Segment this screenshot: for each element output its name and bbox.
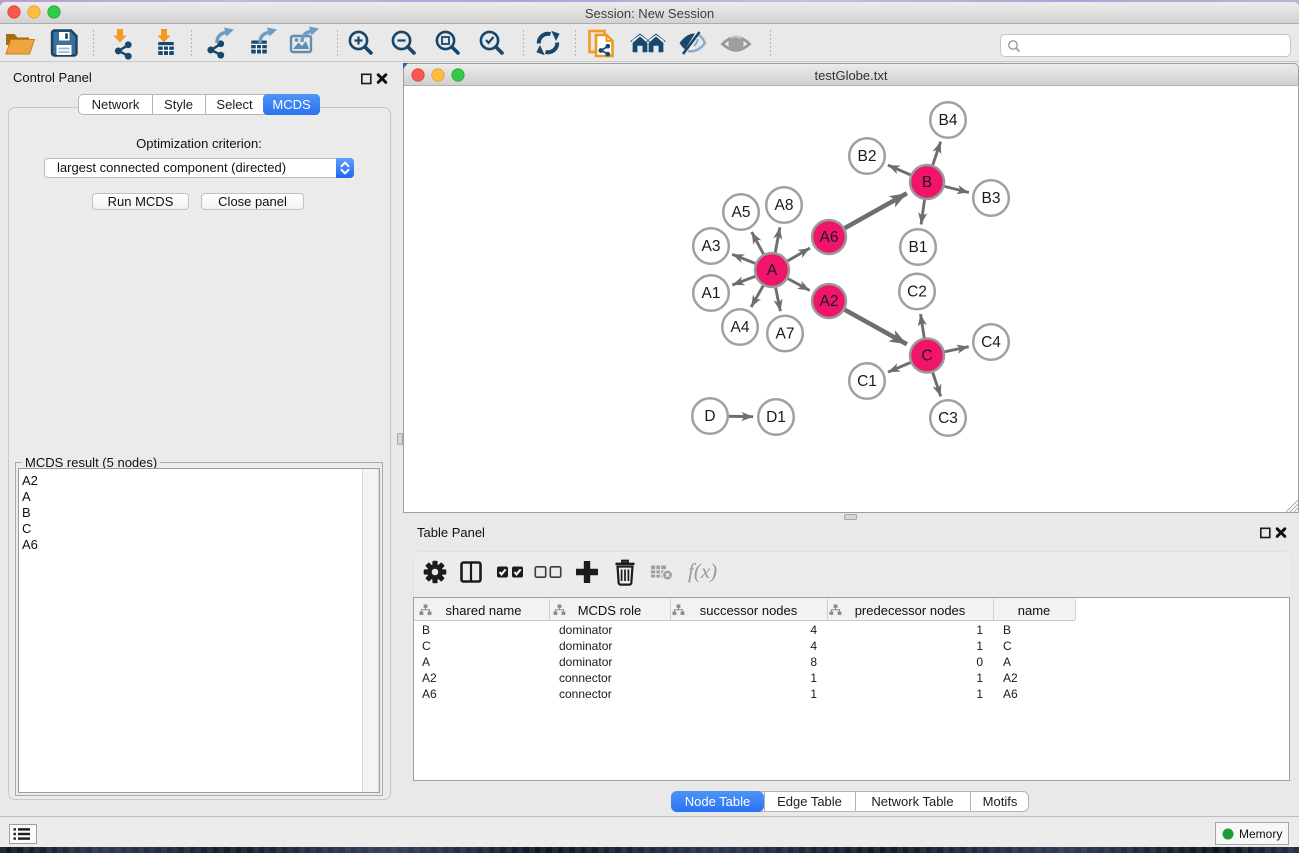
svg-text:A8: A8 bbox=[775, 197, 794, 214]
svg-text:D1: D1 bbox=[766, 409, 786, 426]
svg-text:B1: B1 bbox=[909, 239, 928, 256]
svg-text:C1: C1 bbox=[857, 373, 877, 390]
svg-text:B3: B3 bbox=[982, 190, 1001, 207]
svg-text:A: A bbox=[767, 262, 778, 279]
svg-text:C2: C2 bbox=[907, 284, 927, 301]
svg-text:A7: A7 bbox=[776, 326, 795, 343]
svg-text:B4: B4 bbox=[939, 112, 958, 129]
svg-text:A4: A4 bbox=[731, 319, 750, 336]
svg-text:B: B bbox=[922, 174, 932, 191]
svg-text:A1: A1 bbox=[702, 285, 721, 302]
svg-text:B2: B2 bbox=[858, 148, 877, 165]
svg-text:C3: C3 bbox=[938, 410, 958, 427]
svg-text:C: C bbox=[921, 348, 932, 365]
svg-text:A6: A6 bbox=[820, 229, 839, 246]
svg-text:C4: C4 bbox=[981, 334, 1001, 351]
svg-text:A3: A3 bbox=[702, 238, 721, 255]
svg-text:A2: A2 bbox=[820, 293, 839, 310]
svg-text:A5: A5 bbox=[732, 204, 751, 221]
svg-text:D: D bbox=[704, 408, 715, 425]
